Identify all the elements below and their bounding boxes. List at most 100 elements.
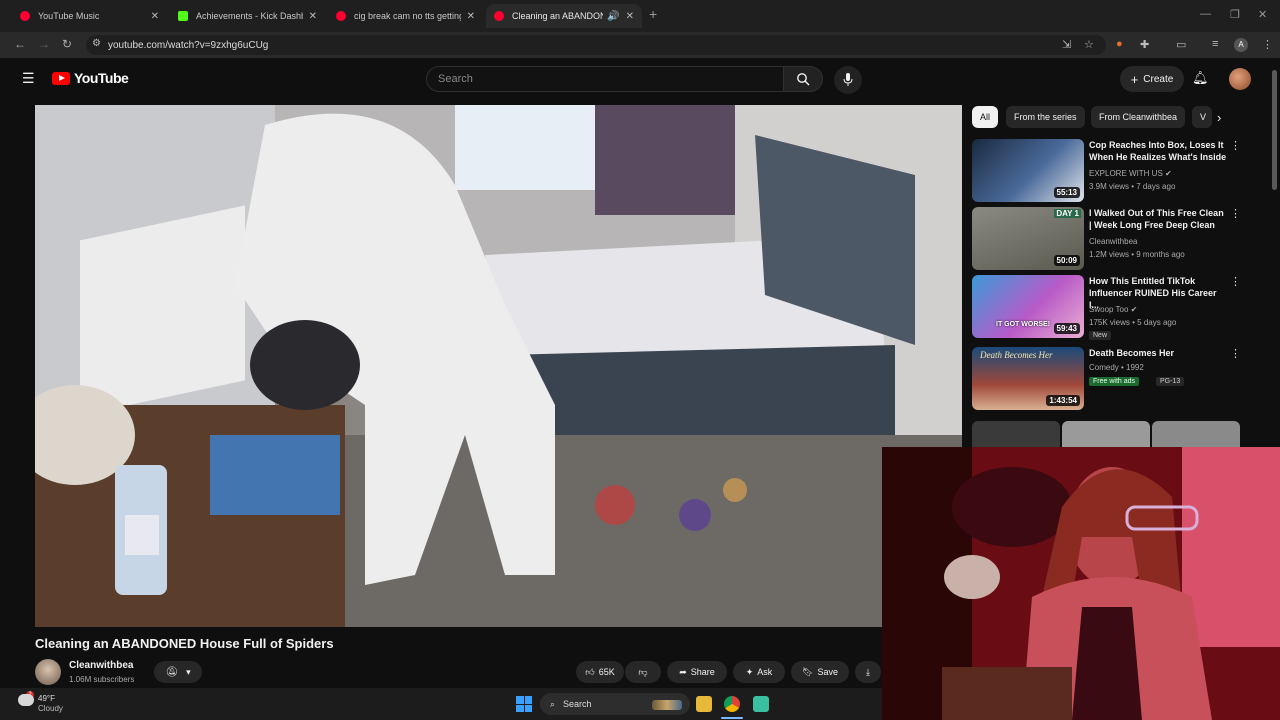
windows-start-icon[interactable] xyxy=(516,696,532,712)
share-button[interactable]: ➦ Share xyxy=(667,661,727,683)
chip-more[interactable]: V xyxy=(1192,106,1212,128)
search-input[interactable]: Search xyxy=(426,66,784,92)
video-thumbnail[interactable]: DAY 1 50:09 xyxy=(972,207,1084,270)
duration-badge: 59:43 xyxy=(1053,323,1080,334)
search-button[interactable] xyxy=(783,66,823,92)
browser-tab-bar: YouTube Music ✕ Achievements - Kick Dash… xyxy=(0,0,1280,32)
media-control-icon[interactable]: ≡ xyxy=(1212,38,1218,50)
page-scrollbar[interactable] xyxy=(1272,70,1277,190)
more-options-icon[interactable]: ⋮ xyxy=(1230,347,1241,360)
chip-from-cleanwithbea[interactable]: From Cleanwithbea xyxy=(1091,106,1186,128)
more-options-icon[interactable]: ⋮ xyxy=(1230,139,1241,152)
voice-search-button[interactable] xyxy=(834,66,862,94)
notifications-bell-icon[interactable]: 🔔︎ xyxy=(1192,70,1209,86)
new-tab-icon[interactable]: + xyxy=(649,6,657,22)
ask-button[interactable]: ✦ Ask xyxy=(733,661,785,683)
video-thumbnail[interactable]: IT GOT WORSE! 59:43 xyxy=(972,275,1084,338)
more-options-icon[interactable]: ⋮ xyxy=(1230,275,1241,288)
install-icon[interactable]: ⇲ xyxy=(1062,38,1071,51)
maximize-icon[interactable]: ❐ xyxy=(1230,8,1240,21)
file-explorer-icon[interactable] xyxy=(696,696,712,712)
recommendation-item[interactable]: Death Becomes Her 1:43:54 Death Becomes … xyxy=(972,347,1242,411)
subscriber-count: 1.06M subscribers xyxy=(69,675,135,684)
youtube-favicon-icon xyxy=(336,11,346,21)
shorts-thumbnail[interactable] xyxy=(972,421,1060,447)
recommendation-item[interactable]: DAY 1 50:09 I Walked Out of This Free Cl… xyxy=(972,207,1242,271)
sparkle-icon: ✦ xyxy=(745,666,754,677)
weather-temperature[interactable]: 49°F xyxy=(38,694,55,703)
youtube-favicon-icon xyxy=(494,11,504,21)
reload-icon[interactable]: ↻ xyxy=(59,37,75,51)
recommendation-meta: 1.2M views • 9 months ago xyxy=(1089,250,1185,259)
forward-icon[interactable]: → xyxy=(36,37,52,51)
recommendation-title: I Walked Out of This Free Clean | Week L… xyxy=(1089,208,1224,230)
chip-from-the-series[interactable]: From the series xyxy=(1006,106,1085,128)
browser-menu-icon[interactable]: ⋮ xyxy=(1262,38,1273,51)
video-player[interactable] xyxy=(35,105,962,627)
hamburger-menu-icon[interactable]: ☰ xyxy=(22,70,35,87)
more-options-icon[interactable]: ⋮ xyxy=(1230,207,1241,220)
video-thumbnail[interactable]: Death Becomes Her 1:43:54 xyxy=(972,347,1084,410)
browser-toolbar: ← → ↻ ⚙ youtube.com/watch?v=9zxhg6uCUg ⇲… xyxy=(0,32,1280,58)
channel-name[interactable]: Cleanwithbea xyxy=(69,660,133,671)
search-icon xyxy=(797,73,810,86)
tab-youtube-music[interactable]: YouTube Music ✕ xyxy=(12,4,167,28)
search-placeholder: Search xyxy=(438,73,473,85)
youtube-music-favicon-icon xyxy=(20,11,30,21)
youtube-header: ☰ YouTube Search + Create 🔔︎ xyxy=(0,58,1280,100)
video-title: Cleaning an ABANDONED House Full of Spid… xyxy=(35,636,334,651)
tab-kick-dashboard[interactable]: Achievements - Kick Dashboard ✕ xyxy=(170,4,325,28)
speaker-icon[interactable]: 🔊 xyxy=(607,11,619,22)
shorts-thumbnail[interactable] xyxy=(1062,421,1150,447)
tab-cig-break-cam[interactable]: cig break cam no tts getting Ja ✕ xyxy=(328,4,483,28)
create-button[interactable]: + Create xyxy=(1120,66,1184,92)
chevron-right-icon[interactable]: › xyxy=(1217,110,1221,125)
thumbnail-caption: Death Becomes Her xyxy=(980,350,1053,360)
close-window-icon[interactable]: ✕ xyxy=(1258,8,1267,21)
share-icon: ➦ xyxy=(679,666,687,677)
extensions-puzzle-icon[interactable]: ✚ xyxy=(1140,38,1149,51)
close-icon[interactable]: ✕ xyxy=(151,11,159,22)
duration-badge: 1:43:54 xyxy=(1046,395,1080,406)
app-icon[interactable] xyxy=(753,696,769,712)
chrome-icon[interactable] xyxy=(724,696,740,712)
minimize-icon[interactable]: — xyxy=(1200,8,1211,20)
site-info-icon[interactable]: ⚙ xyxy=(92,38,101,49)
chip-all[interactable]: All xyxy=(972,106,998,128)
recommendation-channel[interactable]: Cleanwithbea xyxy=(1089,237,1137,246)
like-button[interactable]: 👍︎ 65K xyxy=(576,661,624,683)
save-button[interactable]: 🔖︎ Save xyxy=(791,661,849,683)
recommendation-channel[interactable]: Swoop Too ✔ xyxy=(1089,305,1137,314)
close-icon[interactable]: ✕ xyxy=(467,11,475,22)
streamer-webcam-overlay xyxy=(882,447,1280,720)
download-button[interactable]: ⤓ xyxy=(855,661,881,683)
recommendation-meta: 3.9M views • 7 days ago xyxy=(1089,182,1176,191)
microphone-icon xyxy=(843,73,853,86)
subscribed-notifications-button[interactable]: 🔕︎ ▾ xyxy=(154,661,202,683)
shorts-thumbnail[interactable] xyxy=(1152,421,1240,447)
channel-avatar[interactable] xyxy=(35,659,61,685)
tab-cleaning-abandoned[interactable]: Cleaning an ABANDONED H 🔊 ✕ xyxy=(486,4,642,28)
close-icon[interactable]: ✕ xyxy=(626,11,634,22)
sidepanel-icon[interactable]: ▭ xyxy=(1176,38,1186,51)
profile-avatar-icon[interactable]: A xyxy=(1234,38,1248,52)
account-avatar[interactable] xyxy=(1229,68,1251,90)
bookmark-star-icon[interactable]: ☆ xyxy=(1084,38,1094,51)
recommendation-item[interactable]: IT GOT WORSE! 59:43 How This Entitled Ti… xyxy=(972,275,1242,340)
youtube-logo[interactable]: YouTube xyxy=(52,70,129,86)
address-bar[interactable]: ⚙ youtube.com/watch?v=9zxhg6uCUg xyxy=(86,35,1106,55)
recommendation-channel[interactable]: EXPLORE WITH US ✔ xyxy=(1089,169,1172,178)
recommendation-meta: 175K views • 5 days ago xyxy=(1089,318,1177,327)
weather-description[interactable]: Cloudy xyxy=(38,704,63,713)
extension-icon[interactable]: ● xyxy=(1116,38,1123,50)
close-icon[interactable]: ✕ xyxy=(309,11,317,22)
windows-taskbar: 2 49°F Cloudy ⌕ Search xyxy=(0,688,882,720)
video-thumbnail[interactable]: 55:13 xyxy=(972,139,1084,202)
back-icon[interactable]: ← xyxy=(12,37,28,51)
active-app-indicator xyxy=(721,717,743,719)
plus-icon: + xyxy=(1130,71,1139,87)
kick-favicon-icon xyxy=(178,11,188,21)
tab-title: Achievements - Kick Dashboard xyxy=(196,11,303,21)
recommendation-item[interactable]: 55:13 Cop Reaches Into Box, Loses It Whe… xyxy=(972,139,1242,203)
dislike-button[interactable]: 👎︎ xyxy=(625,661,661,683)
